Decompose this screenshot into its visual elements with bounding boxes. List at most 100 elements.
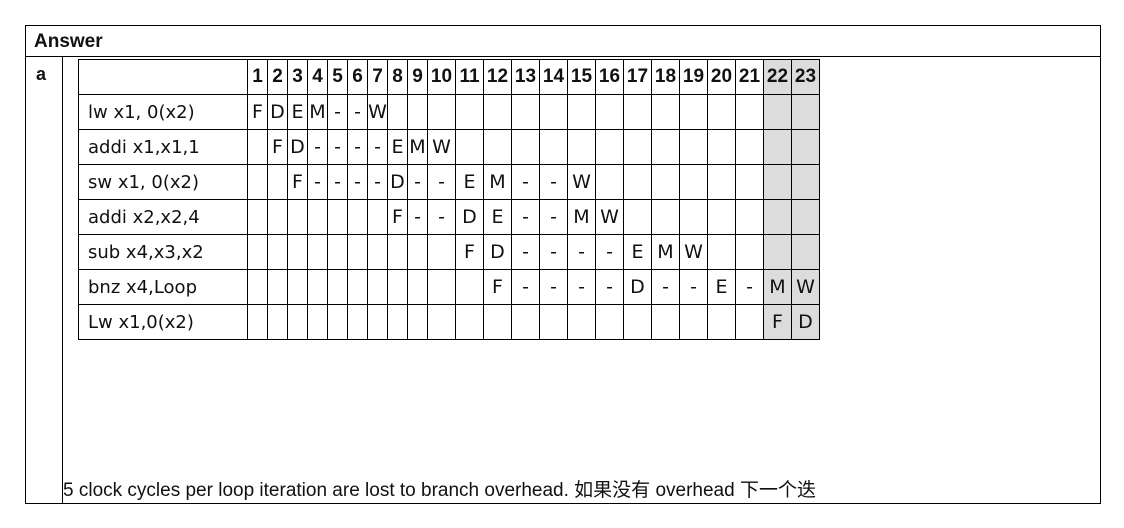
cycle-header-row: 1 2 3 4 5 6 7 8 9 10 11 12 13 14 15 16 17 18 19 20 21 22 23 (78, 59, 820, 95)
stage-cell: F (287, 164, 308, 200)
stage-cell (407, 269, 428, 305)
cycle-number-5: 5 (327, 59, 348, 95)
table-row: Lw x1,0(x2) F D (78, 304, 820, 340)
stage-cell: - (347, 94, 368, 130)
stage-cell: D (623, 269, 652, 305)
stage-cell (347, 269, 368, 305)
stage-cell (707, 234, 736, 270)
stage-cell (407, 304, 428, 340)
cycle-number-16: 16 (595, 59, 624, 95)
stage-cell (595, 164, 624, 200)
stage-cell: - (539, 199, 568, 235)
stage-cell: E (287, 94, 308, 130)
stage-cell (267, 164, 288, 200)
stage-cell (307, 199, 328, 235)
instruction-cell: addi x2,x2,4 (78, 199, 248, 235)
stage-cell (763, 234, 792, 270)
stage-cell (539, 94, 568, 130)
stage-cell (407, 94, 428, 130)
stage-cell (387, 234, 408, 270)
stage-cell (387, 269, 408, 305)
stage-cell: E (483, 199, 512, 235)
stage-cell (735, 234, 764, 270)
stage-cell: - (539, 234, 568, 270)
stage-cell: W (427, 129, 456, 165)
stage-cell: - (327, 164, 348, 200)
stage-cell (287, 234, 308, 270)
stage-cell (247, 129, 268, 165)
cycle-number-23: 23 (791, 59, 820, 95)
stage-cell (267, 199, 288, 235)
stage-cell (387, 304, 408, 340)
stage-cell (427, 234, 456, 270)
stage-cell (287, 199, 308, 235)
instruction-cell: lw x1, 0(x2) (78, 94, 248, 130)
stage-cell: - (511, 234, 540, 270)
stage-cell (307, 269, 328, 305)
stage-cell: F (455, 234, 484, 270)
stage-cell: - (595, 269, 624, 305)
stage-cell: - (511, 199, 540, 235)
stage-cell (347, 234, 368, 270)
stage-cell (707, 94, 736, 130)
stage-cell: D (287, 129, 308, 165)
cycle-number-21: 21 (735, 59, 764, 95)
stage-cell (427, 94, 456, 130)
stage-cell (483, 129, 512, 165)
stage-cell: - (511, 269, 540, 305)
stage-cell: - (307, 129, 328, 165)
stage-cell: D (483, 234, 512, 270)
stage-cell (427, 304, 456, 340)
instruction-cell: sw x1, 0(x2) (78, 164, 248, 200)
stage-cell (595, 304, 624, 340)
stage-cell (567, 304, 596, 340)
stage-cell (387, 94, 408, 130)
stage-cell (327, 304, 348, 340)
stage-cell (511, 304, 540, 340)
cycle-number-18: 18 (651, 59, 680, 95)
stage-cell (791, 94, 820, 130)
stage-cell (763, 164, 792, 200)
stage-cell: - (595, 234, 624, 270)
stage-cell: E (455, 164, 484, 200)
cycle-number-13: 13 (511, 59, 540, 95)
stage-cell (247, 164, 268, 200)
table-row: addi x2,x2,4 F - - D E - - M W (78, 199, 820, 235)
stage-cell: - (327, 129, 348, 165)
stage-cell: E (623, 234, 652, 270)
stage-cell (327, 234, 348, 270)
stage-cell (707, 199, 736, 235)
stage-cell (367, 234, 388, 270)
stage-cell (247, 199, 268, 235)
cycle-number-4: 4 (307, 59, 328, 95)
cycle-number-3: 3 (287, 59, 308, 95)
stage-cell (455, 129, 484, 165)
cycle-number-22: 22 (763, 59, 792, 95)
stage-cell: W (791, 269, 820, 305)
stage-cell: - (347, 129, 368, 165)
stage-cell (307, 234, 328, 270)
stage-cell: F (247, 94, 268, 130)
stage-cell: M (483, 164, 512, 200)
stage-cell: - (539, 269, 568, 305)
stage-cell: M (651, 234, 680, 270)
stage-cell: M (763, 269, 792, 305)
stage-cell: F (387, 199, 408, 235)
stage-cell (327, 199, 348, 235)
stage-cell: - (427, 199, 456, 235)
stage-cell (287, 304, 308, 340)
stage-cell (407, 234, 428, 270)
cycle-number-8: 8 (387, 59, 408, 95)
stage-cell (247, 304, 268, 340)
stage-cell (483, 94, 512, 130)
stage-cell: E (387, 129, 408, 165)
answer-header: Answer (26, 26, 1100, 57)
stage-cell (679, 164, 708, 200)
stage-cell (307, 304, 328, 340)
stage-cell (539, 304, 568, 340)
stage-cell: D (267, 94, 288, 130)
stage-cell (651, 94, 680, 130)
stage-cell: W (679, 234, 708, 270)
stage-cell (735, 164, 764, 200)
instruction-cell: bnz x4,Loop (78, 269, 248, 305)
